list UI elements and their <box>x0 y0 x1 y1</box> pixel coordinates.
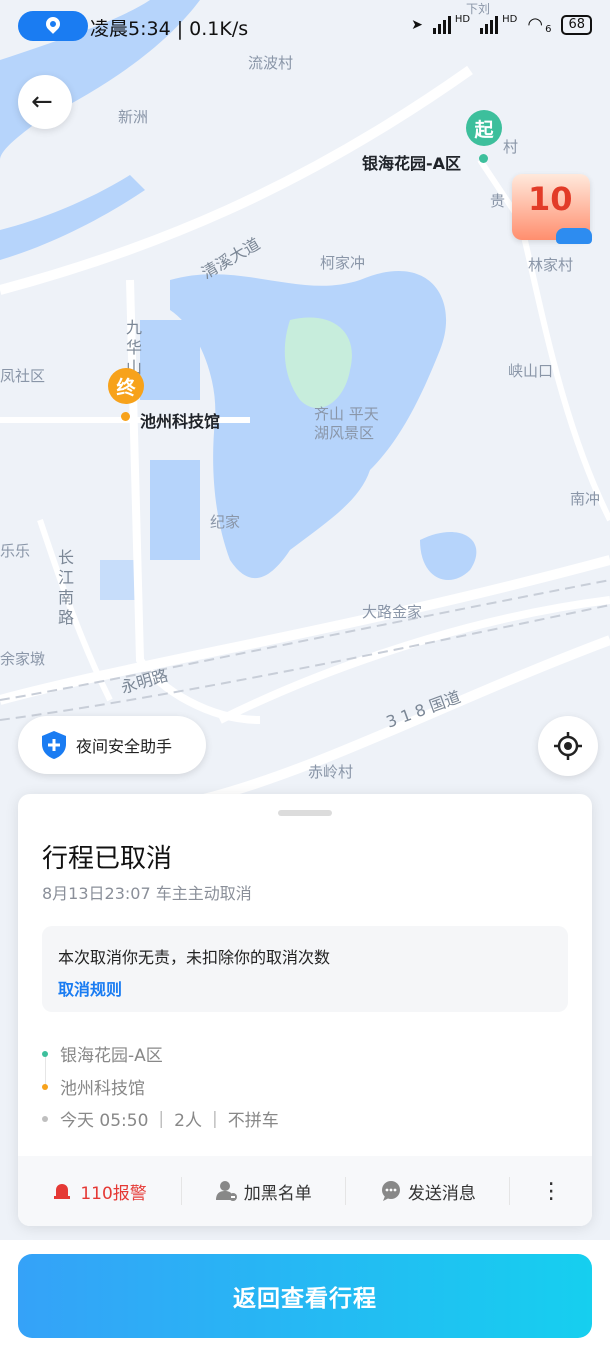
map-label-liubo: 流波村 <box>248 54 294 72</box>
map-label-chiling: 赤岭村 <box>308 763 354 781</box>
hd-label-1: HD <box>454 14 471 25</box>
from-dot <box>42 1050 48 1057</box>
map-label-lele: 乐乐 <box>0 542 31 560</box>
signal-icon-1 <box>432 15 451 34</box>
user-block-icon <box>215 1180 238 1202</box>
hd-label-2: HD <box>502 14 518 25</box>
send-message-button[interactable]: 发送消息 <box>346 1156 509 1226</box>
map-label-qishan: 齐山 平天 <box>314 405 379 423</box>
end-location-label: 池州科技馆 <box>140 412 221 431</box>
to-dot <box>42 1083 48 1090</box>
route-from-text: 银海花园-A区 <box>60 1046 163 1066</box>
trip-people: 2人 <box>174 1111 202 1131</box>
night-safety-label: 夜间安全助手 <box>76 737 173 756</box>
back-to-trip-label: 返回查看行程 <box>233 1286 377 1312</box>
route-to-text: 池州科技馆 <box>60 1079 145 1099</box>
location-pin-icon <box>43 14 63 34</box>
promo-amount: 10 <box>528 180 573 218</box>
drag-handle[interactable] <box>278 810 332 816</box>
battery-icon: 68 <box>561 14 592 35</box>
trip-meta: 今天 05:50 | 2人 | 不拼车 <box>42 1106 279 1131</box>
locate-me-button[interactable] <box>538 716 598 776</box>
more-options-button[interactable]: ⋮ <box>510 1156 592 1226</box>
map-label-huanfeng: 湖风景区 <box>314 424 375 442</box>
shield-plus-icon <box>40 730 68 760</box>
cancel-notice-text: 本次取消你无责，未扣除你的取消次数 <box>58 948 331 967</box>
start-marker-text: 起 <box>474 118 494 141</box>
alarm-icon <box>52 1180 74 1202</box>
map-label-changjiang: 长江南路 <box>58 548 75 627</box>
start-marker[interactable]: 起 <box>466 110 502 163</box>
wifi-icon: ◠ <box>527 14 544 35</box>
wifi-version: 6 <box>545 24 552 35</box>
map-label-xiashan: 峡山口 <box>508 362 554 380</box>
end-marker[interactable]: 终 <box>108 368 144 421</box>
action-bar: 110报警 加黑名单 发送消息 ⋮ <box>18 1156 592 1226</box>
map-label-jijia: 纪家 <box>210 513 241 531</box>
map-label-kejia: 柯家冲 <box>320 254 366 272</box>
map-label-xinzhou: 新洲 <box>118 108 149 126</box>
trip-status-title: 行程已取消 <box>42 844 173 874</box>
crosshair-icon <box>554 732 582 760</box>
add-blacklist-label: 加黑名单 <box>243 1183 312 1204</box>
promo-coupon-badge[interactable]: 10 <box>512 174 592 244</box>
add-blacklist-button[interactable]: 加黑名单 <box>182 1156 345 1226</box>
back-button[interactable]: ← <box>18 75 72 129</box>
signal-icon-2 <box>480 15 499 34</box>
trip-status-card: 行程已取消 8月13日23:07 车主主动取消 本次取消你无责，未扣除你的取消次… <box>18 794 592 1226</box>
status-time: 凌晨5:34 | 0.1K/s <box>90 18 249 40</box>
map-label-fengshe: 凤社区 <box>0 367 46 385</box>
night-safety-assistant-button[interactable]: 夜间安全助手 <box>18 716 206 774</box>
status-bar: 凌晨5:34 | 0.1K/s ➤ HD HD ◠ 6 68 <box>0 0 610 52</box>
back-arrow-icon: ← <box>31 87 53 117</box>
map-label-nanchong: 南冲 <box>570 490 601 508</box>
map-label-linjia: 林家村 <box>528 256 574 274</box>
status-icons: ➤ HD HD ◠ 6 68 <box>411 14 592 35</box>
back-to-trip-button[interactable]: 返回查看行程 <box>18 1254 592 1338</box>
map-label-cun: 村 <box>503 138 519 156</box>
map-label-gui: 贵 <box>490 192 506 210</box>
more-icon: ⋮ <box>540 1178 563 1204</box>
map-label-dalu: 大路金家 <box>362 603 423 621</box>
trip-pool: 不拼车 <box>227 1111 279 1131</box>
start-location-label: 银海花园-A区 <box>362 154 462 173</box>
car-icon <box>556 228 592 244</box>
call-police-label: 110报警 <box>80 1183 147 1204</box>
call-police-button[interactable]: 110报警 <box>18 1156 181 1226</box>
message-icon <box>380 1180 402 1202</box>
cancel-rules-link[interactable]: 取消规则 <box>58 976 122 1000</box>
cancel-notice-box: 本次取消你无责，未扣除你的取消次数 取消规则 <box>42 926 568 1012</box>
trip-time: 今天 05:50 <box>60 1111 149 1131</box>
route-to: 池州科技馆 <box>42 1074 145 1099</box>
meta-dot <box>42 1115 48 1122</box>
end-marker-text: 终 <box>116 376 136 399</box>
navigation-arrow-icon: ➤ <box>411 16 423 33</box>
map-label-yujiadun: 余家墩 <box>0 650 46 668</box>
route-from: 银海花园-A区 <box>42 1041 163 1066</box>
location-indicator <box>18 11 88 41</box>
send-message-label: 发送消息 <box>407 1183 476 1204</box>
cancel-time-reason: 8月13日23:07 车主主动取消 <box>42 884 252 903</box>
